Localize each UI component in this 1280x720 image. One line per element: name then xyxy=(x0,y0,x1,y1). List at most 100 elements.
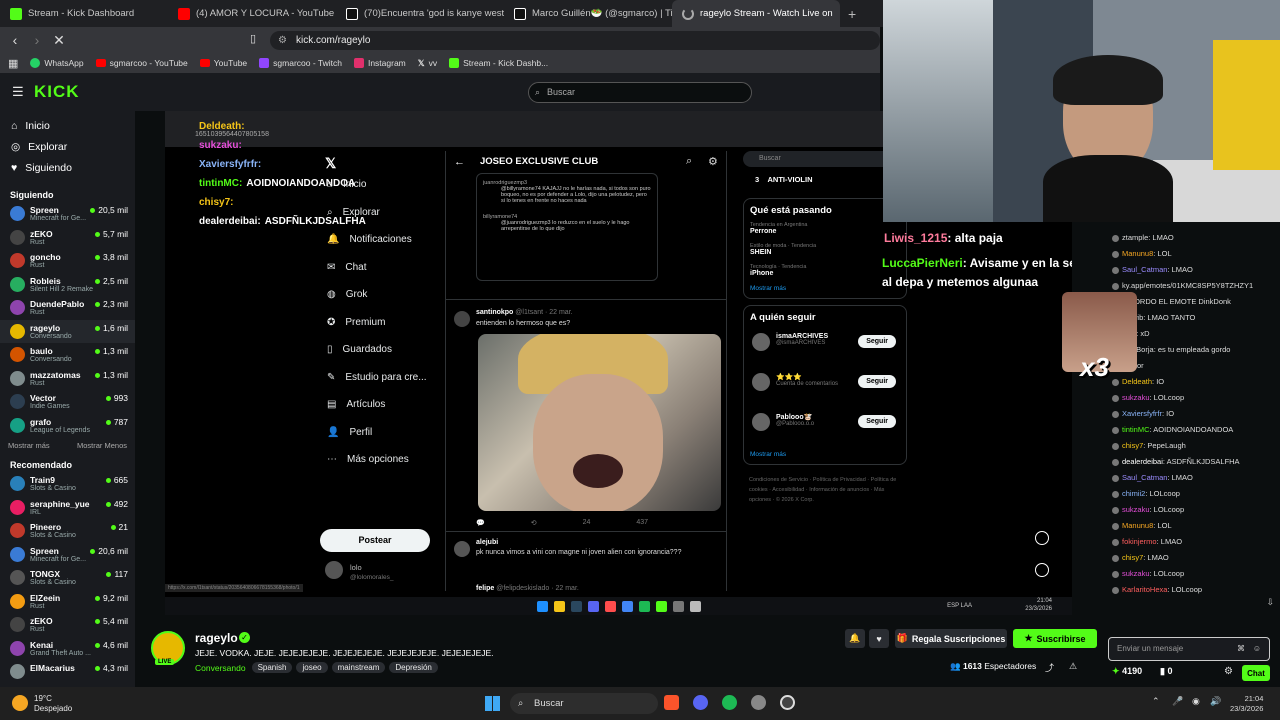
channel-item[interactable]: zEKO Rust 5,7 mil xyxy=(0,226,135,250)
network-icon[interactable]: ◉ xyxy=(1192,696,1200,707)
browser-tab-active[interactable]: rageylo Stream - Watch Live on✕ xyxy=(672,0,840,27)
nav-explorar[interactable]: ◎ Explorar xyxy=(0,136,135,157)
channel-name[interactable]: rageylo xyxy=(195,631,238,645)
chat-username[interactable]: Saul_Catman xyxy=(1122,265,1167,274)
chat-username[interactable]: Manunu8 xyxy=(1122,521,1153,530)
x-nav-item[interactable]: ▯ Guardados xyxy=(327,344,392,355)
bookmark-instagram[interactable]: Instagram xyxy=(353,58,406,68)
commands-icon[interactable]: ⌘ xyxy=(1237,638,1245,660)
chat-username[interactable]: chisy7 xyxy=(1122,553,1143,562)
send-chat-button[interactable]: Chat xyxy=(1242,665,1270,681)
menu-icon[interactable]: ☰ xyxy=(12,84,24,100)
x-nav-item[interactable]: ✎ Estudio para cre... xyxy=(327,372,427,383)
show-more-link[interactable]: Mostrar más xyxy=(750,451,900,458)
x-nav-item[interactable]: ⌕ Explorar xyxy=(327,207,380,218)
bookmark-x[interactable]: 𝕏vv xyxy=(418,58,437,69)
windows-search[interactable]: ⌕ Buscar xyxy=(510,693,658,714)
spotify-icon[interactable] xyxy=(722,695,737,710)
back-icon[interactable]: ‹ xyxy=(4,32,26,48)
channel-item[interactable]: Spreen Minecraft for Ge... 20,5 mil xyxy=(0,202,135,226)
report-icon[interactable]: ⚠ xyxy=(1069,661,1077,672)
search-input[interactable]: ⌕ Buscar xyxy=(528,82,752,103)
browser-tab[interactable]: (70)Encuentra 'god is kanye west' en xyxy=(336,0,504,27)
url-field[interactable]: ⚙ kick.com/rageylo xyxy=(270,31,880,50)
channel-item[interactable]: zEKO Rust 5,4 mil xyxy=(0,613,135,637)
category-link[interactable]: Conversando xyxy=(195,663,246,673)
x-nav-item[interactable]: ▤ Artículos xyxy=(327,399,385,410)
share-icon[interactable]: ⤴ xyxy=(1045,661,1054,674)
chat-username[interactable]: Xaviersfyfrfr xyxy=(1122,409,1162,418)
forward-icon[interactable]: › xyxy=(26,32,48,48)
chat-username[interactable]: Manunu8 xyxy=(1122,249,1153,258)
follow-button[interactable]: Seguir xyxy=(858,375,896,388)
notifications-button[interactable]: 🔔 xyxy=(845,629,865,648)
chat-username[interactable]: chisy7 xyxy=(1122,441,1143,450)
chat-username[interactable]: Deldeath xyxy=(1122,377,1152,386)
weather-widget[interactable]: 19°C Despejado xyxy=(34,694,72,714)
x-nav-item[interactable]: ✪ Premium xyxy=(327,317,385,328)
nav-siguiendo[interactable]: ♥ Siguiendo xyxy=(0,157,135,178)
x-nav-item[interactable]: ⋯ Más opciones xyxy=(327,454,409,465)
channel-item[interactable]: Pineero Slots & Casino 21 xyxy=(0,519,135,543)
browser-tab[interactable]: (4) AMOR Y LOCURA - YouTube xyxy=(168,0,336,27)
channel-item[interactable]: Spreen Minecraft for Ge... 20,6 mil xyxy=(0,543,135,567)
chat-username[interactable]: tintinMC xyxy=(1122,425,1150,434)
browser-tab[interactable]: Marco Guillén🥗 (@sgmarco) | TikTo xyxy=(504,0,672,27)
tag[interactable]: joseo xyxy=(296,662,328,673)
trend-item[interactable]: Tecnología · Tendencia iPhone xyxy=(750,264,900,277)
microphone-icon[interactable]: 🎤 xyxy=(1172,696,1183,707)
bookmark-twitch[interactable]: sgmarcoo - Twitch xyxy=(259,58,342,68)
bookmark-youtube-channel[interactable]: sgmarcoo - YouTube xyxy=(95,58,188,68)
nav-inicio[interactable]: ⌂ Inicio xyxy=(0,115,135,136)
gift-subs-button[interactable]: 🎁 Regala Suscripciones xyxy=(895,629,1007,648)
chat-username[interactable]: fokinjermo xyxy=(1122,537,1157,546)
x-post-button[interactable]: Postear xyxy=(320,529,430,552)
channel-item[interactable]: grafo League of Legends 787 xyxy=(0,414,135,438)
chat-username[interactable]: ztample xyxy=(1122,233,1148,242)
brave-icon[interactable] xyxy=(664,695,679,710)
chat-username[interactable]: sukzaku xyxy=(1122,393,1150,402)
channel-item[interactable]: Vector Indie Games 993 xyxy=(0,390,135,414)
chat-username[interactable]: chimii2 xyxy=(1122,489,1145,498)
chat-input[interactable]: Enviar un mensaje ⌘ ☺ xyxy=(1108,637,1270,661)
tray-chevron-icon[interactable]: ⌃ xyxy=(1152,696,1160,707)
follow-button[interactable]: Seguir xyxy=(858,335,896,348)
tag[interactable]: mainstream xyxy=(331,662,386,673)
chat-settings-icon[interactable]: ⚙ xyxy=(1224,666,1233,677)
stop-icon[interactable]: ✕ xyxy=(48,32,70,49)
chat-username[interactable]: dealerdeibai xyxy=(1122,457,1163,466)
channel-item[interactable]: baulo Conversando 1,3 mil xyxy=(0,343,135,367)
channel-item[interactable]: seraphine_yue IRL 492 xyxy=(0,496,135,520)
discord-icon[interactable] xyxy=(693,695,708,710)
tag[interactable]: Spanish xyxy=(251,662,293,673)
chat-username[interactable]: Saul_Catman xyxy=(1122,473,1167,482)
x-nav-item[interactable]: ◍ Grok xyxy=(327,289,367,300)
tag[interactable]: Depresión xyxy=(389,662,438,673)
subscribe-button[interactable]: ★ Suscribirse xyxy=(1013,629,1097,648)
scroll-down-icon[interactable]: ⇩ xyxy=(1266,597,1274,608)
kick-logo[interactable]: KICK xyxy=(34,82,80,102)
channel-item[interactable]: TONGX Slots & Casino 117 xyxy=(0,566,135,590)
channel-item[interactable]: DuendePablo Rust 2,3 mil xyxy=(0,296,135,320)
bookmark-youtube[interactable]: YouTube xyxy=(199,58,247,68)
channel-item[interactable]: rageylo Conversando 1,6 mil xyxy=(0,319,135,343)
x-nav-item[interactable]: 🔔 Notificaciones xyxy=(327,234,412,245)
bookmark-whatsapp[interactable]: WhatsApp xyxy=(30,58,84,68)
channel-item[interactable]: Train9 Slots & Casino 665 xyxy=(0,472,135,496)
new-tab-button[interactable]: + xyxy=(840,6,864,22)
post-image[interactable] xyxy=(478,334,721,511)
system-clock[interactable]: 21:04 23/3/2026 xyxy=(1230,694,1263,714)
volume-icon[interactable]: 🔊 xyxy=(1210,696,1221,707)
windows-start-icon[interactable] xyxy=(485,696,500,711)
channel-item[interactable]: ElMacarius 4,3 mil xyxy=(0,660,135,684)
chat-username[interactable]: sukzaku xyxy=(1122,505,1150,514)
follow-button[interactable]: Seguir xyxy=(858,415,896,428)
site-info-icon[interactable]: ⚙ xyxy=(278,35,287,46)
obs-icon[interactable] xyxy=(780,695,795,710)
channel-item[interactable]: mazzatomas Rust 1,3 mil xyxy=(0,367,135,391)
app-icon[interactable] xyxy=(751,695,766,710)
show-more-link[interactable]: Mostrar más xyxy=(750,285,900,292)
show-more-link[interactable]: Mostrar más xyxy=(8,441,50,450)
emoji-icon[interactable]: ☺ xyxy=(1253,638,1261,660)
show-less-link[interactable]: Mostrar Menos xyxy=(77,441,127,450)
